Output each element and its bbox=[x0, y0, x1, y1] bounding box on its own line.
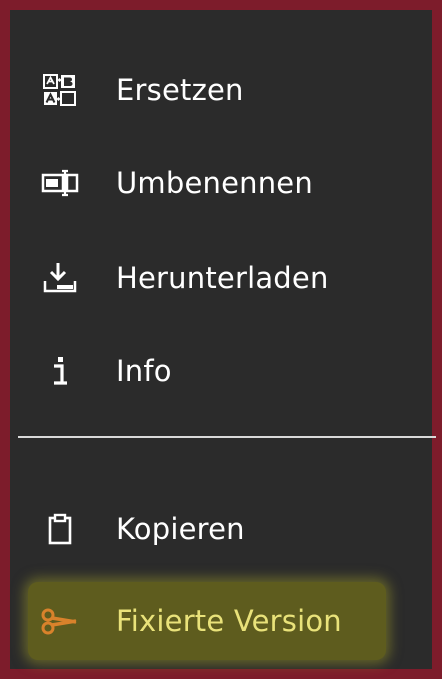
menu-item-label: Kopieren bbox=[116, 512, 245, 546]
menu-item-label: Ersetzen bbox=[116, 73, 244, 107]
menu-item-label: Herunterladen bbox=[116, 261, 329, 295]
download-icon bbox=[37, 259, 83, 297]
menu-item-label: Umbenennen bbox=[116, 166, 313, 200]
menu-item-umbenennen[interactable]: Umbenennen bbox=[10, 145, 432, 221]
rename-icon bbox=[37, 164, 83, 202]
scissors-icon bbox=[37, 602, 83, 640]
menu-divider bbox=[18, 436, 436, 438]
info-icon bbox=[37, 352, 83, 390]
context-menu: Ersetzen Umbenennen Herunterladen Info K… bbox=[0, 0, 442, 679]
menu-item-info[interactable]: Info bbox=[10, 333, 432, 409]
menu-item-herunterladen[interactable]: Herunterladen bbox=[10, 240, 432, 316]
clipboard-icon bbox=[37, 510, 83, 548]
menu-item-label: Info bbox=[116, 354, 172, 388]
menu-item-kopieren[interactable]: Kopieren bbox=[10, 491, 432, 567]
replace-icon bbox=[37, 71, 83, 109]
menu-item-fixierte-version[interactable]: Fixierte Version bbox=[28, 582, 386, 660]
menu-item-ersetzen[interactable]: Ersetzen bbox=[10, 52, 432, 128]
menu-item-label: Fixierte Version bbox=[116, 604, 342, 638]
